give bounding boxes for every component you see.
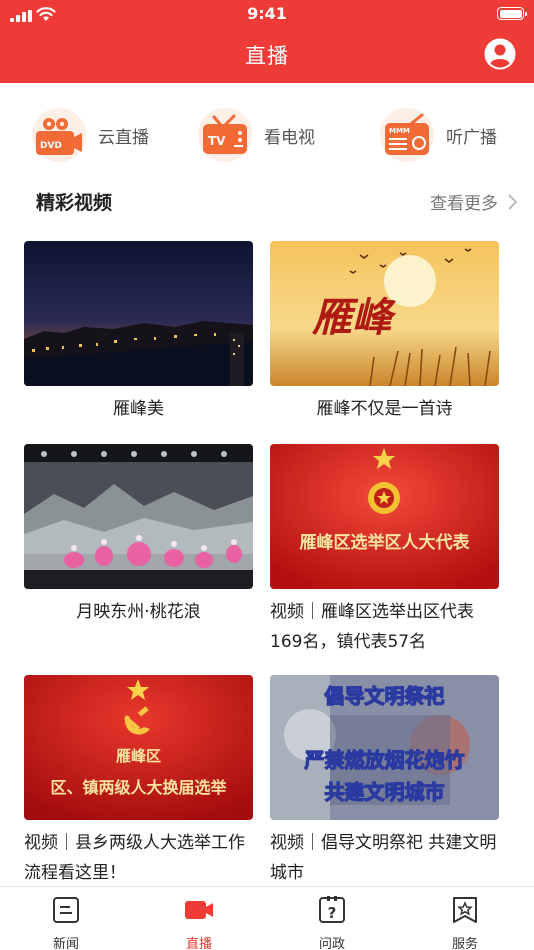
thumbnail-title-text: 雁峰区 [116, 747, 161, 765]
question-icon: ? [319, 896, 345, 923]
svg-text:?: ? [328, 904, 337, 922]
tv-icon: TV [198, 108, 252, 162]
video-card[interactable]: 雁峰区选举区人大代表 视频｜雁峰区选举出区代表169名，镇代表57名 [270, 444, 499, 657]
dvd-camera-icon: DVD [32, 108, 86, 162]
radio-icon: MMM [380, 108, 434, 162]
thumbnail-subtitle-text: 区、镇两级人大换届选举 [50, 778, 227, 797]
quick-entry-cloud-live[interactable]: DVD 云直播 [32, 105, 149, 165]
tab-label: 问政 [318, 937, 345, 950]
video-caption: 视频｜雁峰区选举出区代表169名，镇代表57名 [270, 602, 474, 652]
news-icon [53, 897, 79, 923]
section-title: 精彩视频 [36, 192, 113, 214]
quick-entry-bar: DVD 云直播 TV 看电视 MMM 听广播 [0, 105, 534, 165]
view-more-label: 查看更多 [430, 194, 498, 214]
video-card[interactable]: 倡导文明祭祀 严禁燃放烟花炮竹 共建文明城市 视频｜倡导文明祭祀 共建文明城市 [270, 675, 499, 888]
video-card[interactable]: 雁峰区 区、镇两级人大换届选举 视频｜县乡两级人大选举工作流程看这里！ [24, 675, 253, 888]
thumbnail-calligraphy-text: 雁峰 [311, 294, 397, 341]
bottom-tab-bar: 新闻 直播 ? 问政 服务 [0, 886, 534, 950]
tab-live[interactable]: 直播 [159, 895, 239, 950]
header-bar: 9:41 直播 [0, 0, 534, 83]
tab-label: 直播 [185, 937, 212, 950]
page-title: 直播 [245, 44, 289, 68]
video-card[interactable]: 雁峰 雁峰不仅是一首诗 [270, 241, 499, 424]
thumbnail-slogan-text: 严禁燃放烟花炮竹 [304, 748, 465, 772]
video-thumbnail [24, 444, 253, 589]
thumbnail-slogan-text: 共建文明城市 [325, 780, 445, 804]
video-thumbnail: 雁峰 [270, 241, 499, 386]
video-card[interactable]: 雁峰美 [24, 241, 253, 424]
svg-text:TV: TV [208, 134, 226, 148]
quick-entry-label: 云直播 [98, 127, 149, 148]
video-thumbnail [24, 241, 253, 386]
video-thumbnail: 雁峰区选举区人大代表 [270, 444, 499, 589]
quick-entry-radio[interactable]: MMM 听广播 [380, 105, 497, 165]
view-more-link[interactable]: 查看更多 [430, 189, 518, 214]
tab-label: 新闻 [52, 937, 79, 950]
service-star-icon [453, 897, 477, 923]
svg-text:DVD: DVD [40, 141, 62, 151]
video-caption: 视频｜倡导文明祭祀 共建文明城市 [270, 833, 497, 883]
battery-icon [497, 7, 527, 20]
tab-label: 服务 [451, 937, 478, 950]
quick-entry-tv[interactable]: TV 看电视 [198, 105, 315, 165]
chevron-right-icon [508, 193, 518, 210]
video-caption: 月映东州·桃花浪 [76, 602, 201, 622]
video-thumbnail: 倡导文明祭祀 严禁燃放烟花炮竹 共建文明城市 [270, 675, 499, 820]
video-thumbnail: 雁峰区 区、镇两级人大换届选举 [24, 675, 253, 820]
video-caption: 视频｜县乡两级人大选举工作流程看这里！ [24, 833, 245, 883]
video-camera-icon [185, 901, 213, 919]
quick-entry-label: 看电视 [264, 127, 315, 148]
svg-text:MMM: MMM [389, 127, 410, 135]
tab-service[interactable]: 服务 [425, 895, 505, 950]
tab-news[interactable]: 新闻 [26, 895, 106, 950]
video-caption: 雁峰美 [113, 399, 164, 419]
quick-entry-label: 听广播 [446, 127, 497, 148]
user-circle-icon[interactable] [484, 38, 516, 70]
thumbnail-title-text: 雁峰区选举区人大代表 [300, 532, 471, 553]
status-time: 9:41 [247, 4, 287, 23]
video-card[interactable]: 月映东州·桃花浪 [24, 444, 253, 627]
thumbnail-headline-text: 倡导文明祭祀 [324, 684, 445, 708]
video-caption: 雁峰不仅是一首诗 [316, 399, 453, 419]
screen: 9:41 直播 DVD 云直播 TV 看电视 MMM 听广播 精彩视频 查看更多… [0, 0, 534, 950]
tab-inquiry[interactable]: ? 问政 [292, 895, 372, 950]
